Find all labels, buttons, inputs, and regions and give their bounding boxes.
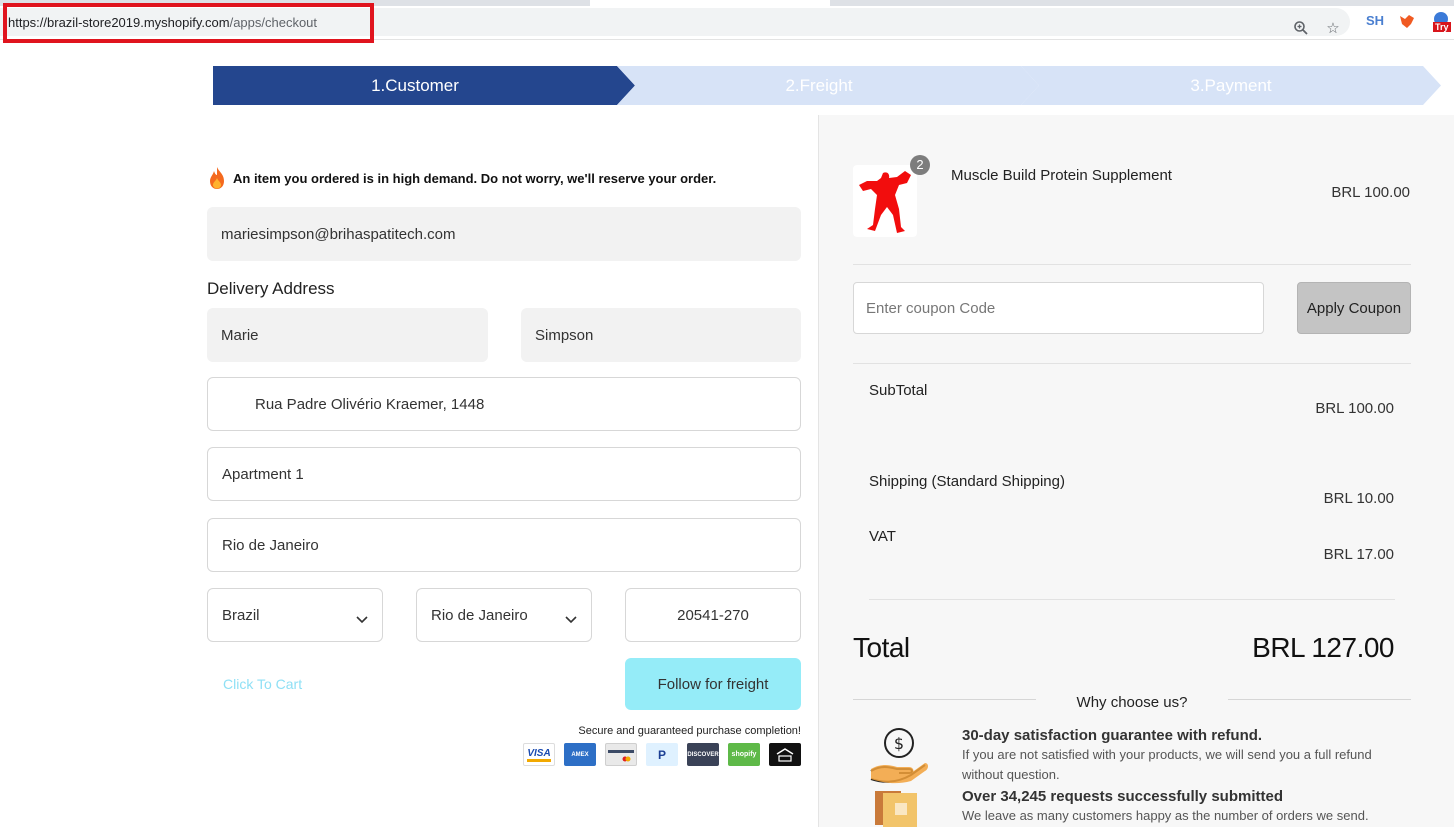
country-value: Brazil	[222, 606, 260, 624]
bookmark-star-icon[interactable]: ☆	[1324, 20, 1342, 38]
amex-icon: AMEX	[564, 743, 596, 766]
paypal-icon: P	[646, 743, 678, 766]
extension-sh-icon[interactable]: SH	[1366, 13, 1384, 28]
country-select[interactable]: Brazil	[207, 588, 383, 642]
product-price: BRL 100.00	[1331, 184, 1410, 201]
active-tab[interactable]	[590, 0, 830, 6]
why-title: Why choose us?	[1076, 694, 1188, 711]
vat-value: BRL 17.00	[1323, 546, 1394, 563]
back-to-cart-link[interactable]: Click To Cart	[223, 676, 302, 692]
total-value: BRL 127.00	[1252, 632, 1394, 663]
divider	[869, 599, 1395, 600]
divider	[853, 264, 1411, 265]
address2-field[interactable]: Apartment 1	[207, 447, 801, 501]
total-label: Total	[853, 632, 910, 663]
discover-icon: DISCOVER	[687, 743, 719, 766]
money-back-icon: $	[867, 725, 931, 790]
subtotal-value: BRL 100.00	[1315, 400, 1394, 417]
extension-try-label: Try	[1433, 22, 1451, 32]
payment-methods: VISA AMEX P DISCOVER shopify	[523, 743, 801, 766]
divider	[853, 363, 1411, 364]
browser-toolbar: https://brazil-store2019.myshopify.com/a…	[0, 0, 1454, 43]
url-highlight-box	[3, 3, 374, 43]
last-name-field[interactable]: Simpson	[521, 308, 801, 362]
step-customer[interactable]: 1.Customer	[213, 66, 635, 105]
email-field[interactable]: mariesimpson@brihaspatitech.com	[207, 207, 801, 261]
delivery-box-icon	[869, 787, 929, 832]
high-demand-notice: An item you ordered is in high demand. D…	[207, 166, 716, 190]
guarantee-title: 30-day satisfaction guarantee with refun…	[962, 727, 1263, 744]
quantity-badge: 2	[910, 155, 930, 175]
state-value: Rio de Janeiro	[431, 606, 528, 624]
why-choose-us-heading: Why choose us?	[853, 694, 1411, 712]
apply-coupon-button[interactable]: Apply Coupon	[1297, 282, 1411, 334]
divider	[1228, 699, 1411, 700]
extension-try-icon[interactable]: Try	[1432, 10, 1452, 34]
address-field[interactable]: Rua Padre Olivério Kraemer, 1448	[207, 377, 801, 431]
zip-field[interactable]: 20541-270	[625, 588, 801, 642]
secure-purchase-text: Secure and guaranteed purchase completio…	[578, 725, 801, 737]
step-freight[interactable]: 2.Freight	[617, 66, 1039, 105]
requests-title: Over 34,245 requests successfully submit…	[962, 788, 1283, 805]
zoom-icon[interactable]	[1292, 20, 1310, 38]
subtotal-label: SubTotal	[869, 382, 928, 399]
shipping-label: Shipping (Standard Shipping)	[869, 473, 1065, 490]
credit-card-icon	[605, 743, 637, 766]
step-label: 1.Customer	[371, 76, 459, 95]
chevron-down-icon	[356, 611, 368, 624]
state-select[interactable]: Rio de Janeiro	[416, 588, 592, 642]
boleto-icon	[769, 743, 801, 766]
shopify-pay-icon: shopify	[728, 743, 760, 766]
first-name-field[interactable]: Marie	[207, 308, 488, 362]
city-field[interactable]: Rio de Janeiro	[207, 518, 801, 572]
delivery-address-title: Delivery Address	[207, 279, 335, 298]
visa-icon: VISA	[523, 743, 555, 766]
requests-text: We leave as many customers happy as the …	[962, 808, 1369, 823]
order-summary: 2 Muscle Build Protein Supplement BRL 10…	[818, 115, 1454, 827]
shipping-value: BRL 10.00	[1323, 490, 1394, 507]
checkout-steps: 1.Customer 2.Freight 3.Payment	[213, 66, 1441, 105]
product-name: Muscle Build Protein Supplement	[951, 167, 1172, 184]
step-payment[interactable]: 3.Payment	[1021, 66, 1441, 105]
coupon-input[interactable]: Enter coupon Code	[853, 282, 1264, 334]
guarantee-text: If you are not satisfied with your produ…	[962, 747, 1372, 782]
product-image	[853, 165, 917, 237]
step-label: 3.Payment	[1190, 76, 1272, 95]
chevron-down-icon	[565, 611, 577, 624]
follow-freight-button[interactable]: Follow for freight	[625, 658, 801, 710]
notice-text: An item you ordered is in high demand. D…	[233, 170, 717, 186]
svg-text:$: $	[894, 734, 904, 753]
fire-icon	[207, 166, 227, 190]
step-label: 2.Freight	[785, 76, 853, 95]
extension-fox-icon[interactable]	[1398, 12, 1416, 30]
vat-label: VAT	[869, 528, 896, 545]
